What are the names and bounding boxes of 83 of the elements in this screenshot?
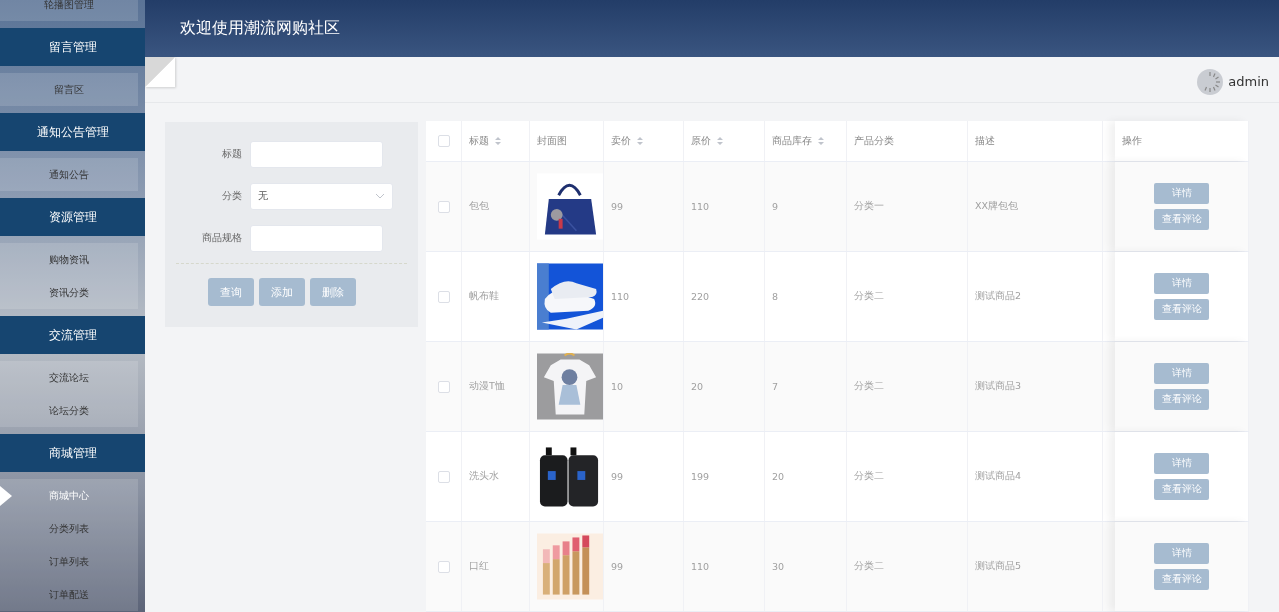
menu-group-header[interactable]: 通知公告管理 [0, 113, 145, 151]
row-action-button[interactable]: 详情 [1154, 453, 1209, 474]
checkbox[interactable] [437, 380, 450, 393]
row-action-button[interactable]: 详情 [1154, 543, 1209, 564]
field-label: 分类 [221, 189, 242, 203]
row-action-button[interactable]: 详情 [1154, 363, 1209, 384]
menu-item[interactable]: 订单列表 [0, 545, 138, 578]
table-cell: 测试商品4 [975, 470, 1022, 483]
table-cell: 220 [691, 291, 710, 302]
column-header[interactable]: 操作 [1122, 134, 1142, 148]
field-label: 商品规格 [201, 231, 242, 245]
column-header[interactable]: 标题 [469, 134, 489, 148]
menu-group-header[interactable]: 留言管理 [0, 28, 145, 66]
menu-group-header[interactable]: 交流管理 [0, 316, 145, 354]
column-header[interactable]: 描述 [975, 134, 995, 148]
menu-item[interactable]: 通知公告 [0, 158, 138, 191]
table-cell: XX牌包包 [975, 200, 1019, 213]
menu-item[interactable]: 资讯分类 [0, 276, 138, 309]
table-cell: 110 [691, 201, 710, 212]
table-cell: 10 [611, 381, 624, 392]
action-button[interactable]: 查询 [208, 278, 254, 306]
avatar-icon[interactable] [1197, 68, 1224, 95]
selected-arrow-icon [0, 485, 12, 506]
column-header[interactable]: 产品分类 [854, 134, 894, 148]
menu-item[interactable]: 交流论坛 [0, 361, 138, 394]
table-cell: 洗头水 [469, 470, 499, 483]
row-action-button[interactable]: 查看评论 [1154, 389, 1209, 410]
menu-item[interactable]: 轮播图管理 [0, 0, 138, 21]
table-cell: 包包 [469, 200, 489, 213]
table-cell: 110 [691, 561, 710, 572]
table-cell: 9 [772, 201, 779, 212]
checkbox[interactable] [437, 290, 450, 303]
sort-icon[interactable] [716, 136, 724, 146]
row-action-button[interactable]: 查看评论 [1154, 209, 1209, 230]
table-cell: 测试商品3 [975, 380, 1022, 393]
table-cell: 帆布鞋 [469, 290, 499, 303]
table-cell: 99 [611, 471, 624, 482]
input-field[interactable] [250, 224, 383, 252]
row-action-button[interactable]: 详情 [1154, 273, 1209, 294]
column-header[interactable]: 原价 [691, 134, 711, 148]
table-cell: 110 [611, 291, 630, 302]
table-cell: 20 [772, 471, 785, 482]
menu-item[interactable]: 分类列表 [0, 512, 138, 545]
table-cell: 7 [772, 381, 779, 392]
menu-item[interactable]: 购物资讯 [0, 243, 138, 276]
table-cell: 30 [772, 561, 785, 572]
table-cell: 动漫T恤 [469, 380, 505, 393]
site-title: 欢迎使用潮流网购社区 [180, 17, 340, 39]
sort-icon[interactable] [494, 136, 502, 146]
table-cell: 199 [691, 471, 710, 482]
field-label: 标题 [221, 147, 242, 161]
menu-item[interactable]: 订单配送 [0, 578, 138, 611]
table-cell: 测试商品2 [975, 290, 1022, 303]
table-cell: 8 [772, 291, 779, 302]
row-action-button[interactable]: 详情 [1154, 183, 1209, 204]
checkbox[interactable] [437, 135, 450, 147]
menu-item[interactable]: 留言区 [0, 73, 138, 106]
menu-group-header[interactable]: 商城管理 [0, 434, 145, 472]
column-header[interactable]: 卖价 [611, 134, 631, 148]
action-button[interactable]: 添加 [259, 278, 305, 306]
column-header[interactable]: 封面图 [537, 134, 567, 148]
table-cell: 测试商品5 [975, 560, 1022, 573]
user-name[interactable]: admin [1228, 74, 1269, 90]
sort-icon[interactable] [636, 136, 644, 146]
chevron-down-icon [375, 193, 385, 199]
menu-item[interactable]: 论坛分类 [0, 394, 138, 427]
table-cell: 20 [691, 381, 704, 392]
input-field[interactable] [250, 140, 383, 168]
table-cell: 口红 [469, 560, 489, 573]
row-action-button[interactable]: 查看评论 [1154, 479, 1209, 500]
row-action-button[interactable]: 查看评论 [1154, 569, 1209, 590]
sort-icon[interactable] [817, 136, 825, 146]
menu-item[interactable]: 商城中心 [0, 479, 138, 512]
table-cell: 99 [611, 201, 624, 212]
checkbox[interactable] [437, 200, 450, 213]
category-select[interactable]: 无 [250, 182, 393, 210]
table-cell: 99 [611, 561, 624, 572]
menu-group-header[interactable]: 资源管理 [0, 198, 145, 236]
checkbox[interactable] [437, 560, 450, 573]
checkbox[interactable] [437, 470, 450, 483]
action-button[interactable]: 删除 [310, 278, 356, 306]
row-action-button[interactable]: 查看评论 [1154, 299, 1209, 320]
column-header[interactable]: 商品库存 [772, 134, 812, 148]
